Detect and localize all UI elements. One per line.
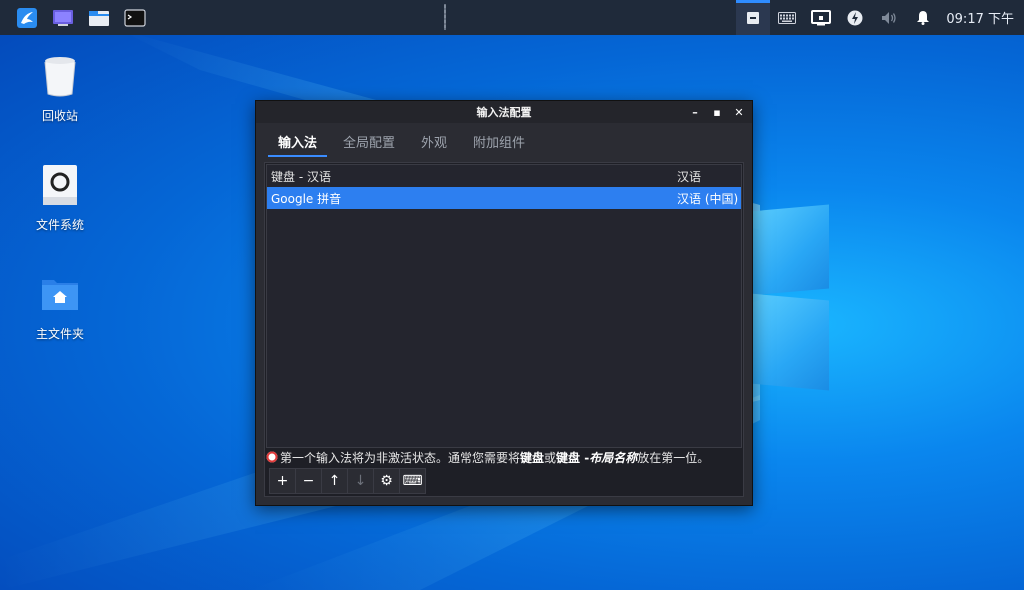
desktop-icon-trash[interactable]: 回收站 [15,54,105,124]
terminal-icon [124,8,146,27]
input-method-language: 汉语 [677,169,702,184]
home-folder-icon [42,280,78,310]
window-title: 输入法配置 [476,106,532,119]
display-icon [811,9,832,25]
trash-icon [44,57,76,97]
panel-clock[interactable]: 09:17 下午 [940,8,1024,27]
desktop-icon-label: 主文件夹 [35,327,84,341]
tab-content: 键盘 - 汉语 汉语 Google 拼音 汉语 (中国) 第一个输入法将为非激活… [264,162,744,497]
note-bold-keyboard: 键盘 [520,450,545,465]
list-item[interactable]: 键盘 - 汉语 汉语 [267,165,741,187]
tab-appearance[interactable]: 外观 [411,125,457,157]
power-icon [847,10,863,25]
warning-icon [266,451,278,463]
input-method-config-window: 输入法配置 – ▪ ✕ 输入法 全局配置 外观 附加组件 键盘 - 汉语 汉语 … [255,100,753,506]
volume-icon [882,11,897,24]
close-button[interactable]: ✕ [732,103,746,121]
note-bold-keyboard-layout: 键盘 - [556,450,590,465]
keyboard-layout-button[interactable]: ⌨ [400,469,425,493]
move-up-button[interactable]: ↑ [322,469,348,493]
tray-volume[interactable] [872,0,906,35]
kylin-menu-button[interactable] [14,5,40,31]
note-layout-name: 布局名称 [589,450,638,465]
panel-divider [444,4,446,30]
add-button[interactable]: + [270,469,296,493]
maximize-button[interactable]: ▪ [710,103,724,121]
window-titlebar[interactable]: 输入法配置 – ▪ ✕ [256,101,752,123]
tab-global-config[interactable]: 全局配置 [333,125,405,157]
list-item[interactable]: Google 拼音 汉语 (中国) [267,187,741,209]
input-method-language: 汉语 (中国) [677,191,739,206]
input-method-name: Google 拼音 [271,191,342,206]
input-method-name: 键盘 - 汉语 [271,169,331,184]
kylin-menu-icon [17,7,37,28]
move-down-button[interactable]: ↓ [348,469,374,493]
tab-input-method[interactable]: 输入法 [268,125,328,157]
desktop-icon-filesystem[interactable]: 文件系统 [15,163,105,233]
tray-fcitx[interactable] [736,0,771,35]
window-controls: – ▪ ✕ [688,103,746,121]
note-prefix: 第一个输入法将为非激活状态。通常您需要将 [280,450,521,465]
tab-addons[interactable]: 附加组件 [463,125,535,157]
show-desktop-button[interactable] [50,5,76,31]
note-mid: 或 [544,450,557,465]
remove-button[interactable]: − [296,469,322,493]
fcitx-icon [747,11,760,24]
system-tray: 09:17 下午 [736,0,1024,35]
tray-power[interactable] [838,0,872,35]
keyboard-icon [778,11,797,24]
top-panel: 09:17 下午 [0,0,1024,35]
tray-keyboard[interactable] [770,0,804,35]
tray-notification[interactable] [906,0,940,35]
desktop-icon [53,9,73,26]
input-method-list[interactable]: 键盘 - 汉语 汉语 Google 拼音 汉语 (中国) [266,164,742,448]
desktop-icon-label: 文件系统 [35,218,84,232]
configure-button[interactable]: ⚙ [374,469,400,493]
note-suffix: 放在第一位。 [637,450,710,465]
tray-display[interactable] [804,0,838,35]
file-manager-button[interactable] [86,5,112,31]
desktop-icon-label: 回收站 [41,109,78,123]
file-manager-icon [89,10,109,26]
terminal-button[interactable] [122,5,148,31]
wallpaper-logo-pane-bottom [750,293,829,391]
info-note: 第一个输入法将为非激活状态。通常您需要将 键盘或键盘 - 布局名称 放在第一位。 [265,448,743,466]
tab-bar: 输入法 全局配置 外观 附加组件 [256,123,752,157]
drive-icon [43,165,77,205]
notification-icon [917,11,930,25]
list-toolbar: + − ↑ ↓ ⚙ ⌨ [269,468,426,494]
panel-launchers [0,5,148,31]
desktop-icon-home[interactable]: 主文件夹 [15,272,105,342]
minimize-button[interactable]: – [688,103,702,121]
wallpaper-logo-pane-top [750,204,829,296]
